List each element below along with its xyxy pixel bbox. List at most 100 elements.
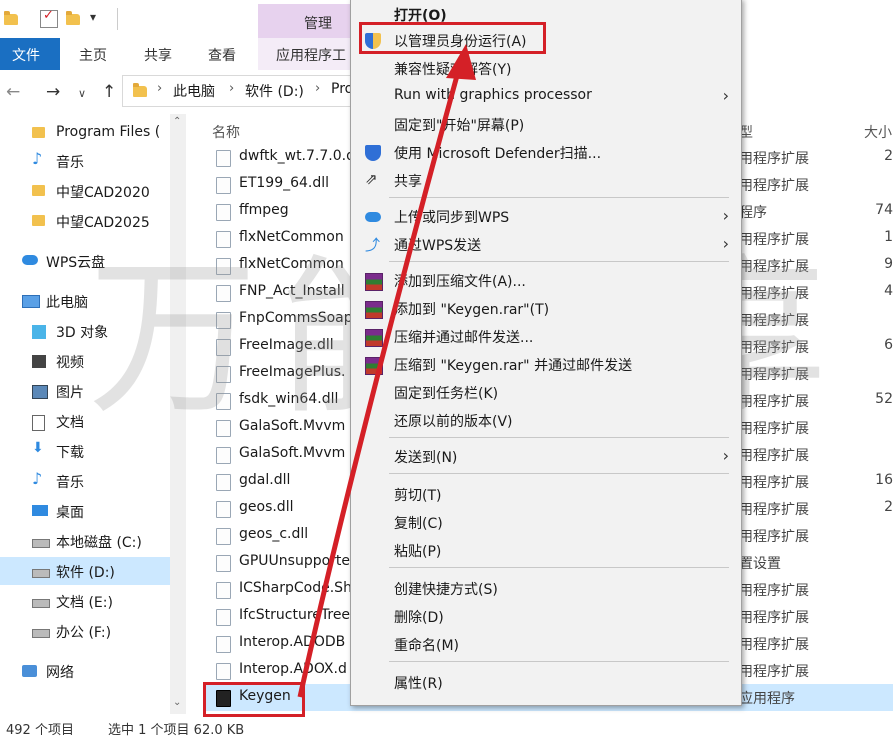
menu-item[interactable]: 剪切(T) bbox=[351, 481, 741, 509]
nav-item-label: 图片 bbox=[56, 385, 84, 401]
column-header-size[interactable]: 大小 bbox=[864, 122, 892, 142]
menu-item[interactable]: 固定到"开始"屏幕(P) bbox=[351, 111, 741, 139]
nav-item-label: 音乐 bbox=[56, 155, 84, 171]
file-type: 用程序扩展 bbox=[739, 475, 809, 491]
picture-icon bbox=[32, 385, 48, 399]
nav-item[interactable]: 本地磁盘 (C:) bbox=[0, 527, 170, 555]
back-arrow-icon[interactable]: ← bbox=[6, 82, 20, 102]
menu-item[interactable]: ⇗ 共享 bbox=[351, 167, 741, 195]
menu-item[interactable]: 添加到压缩文件(A)... bbox=[351, 267, 741, 295]
winrar-icon bbox=[365, 329, 383, 347]
menu-item[interactable]: 粘贴(P) bbox=[351, 537, 741, 565]
nav-scrollbar[interactable]: ⌃ ⌄ bbox=[170, 114, 186, 714]
nav-item[interactable]: 办公 (F:) bbox=[0, 617, 170, 645]
menu-item[interactable]: 属性(R) bbox=[351, 669, 741, 697]
menu-item[interactable]: 重命名(M) bbox=[351, 631, 741, 659]
file-type: 用程序扩展 bbox=[739, 259, 809, 275]
status-item-count: 492 个项目 bbox=[6, 723, 74, 738]
file-name: FreeImage.dll bbox=[239, 337, 334, 353]
new-folder-icon[interactable] bbox=[66, 11, 80, 25]
scroll-down-icon[interactable]: ⌄ bbox=[173, 697, 181, 708]
breadcrumb-separator: › bbox=[157, 81, 163, 96]
menu-item-label: 压缩到 "Keygen.rar" 并通过邮件发送 bbox=[394, 358, 633, 374]
menu-item-label: 使用 Microsoft Defender扫描... bbox=[394, 146, 602, 162]
file-type: 程序 bbox=[739, 205, 767, 221]
file-icon bbox=[216, 393, 231, 410]
up-arrow-icon[interactable]: ↑ bbox=[102, 82, 116, 102]
menu-item[interactable]: 使用 Microsoft Defender扫描... bbox=[351, 139, 741, 167]
tab-app-tools-label: 应用程序工 bbox=[276, 48, 346, 64]
menu-item[interactable]: 发送到(N) › bbox=[351, 443, 741, 471]
forward-arrow-icon[interactable]: → bbox=[46, 82, 60, 102]
menu-item[interactable]: ⤴ 通过WPS发送 › bbox=[351, 231, 741, 259]
tab-view[interactable]: 查看 bbox=[208, 45, 236, 65]
nav-item[interactable]: 网络 bbox=[0, 657, 170, 685]
nav-item[interactable]: 3D 对象 bbox=[0, 317, 170, 345]
nav-item[interactable]: Program Files ( bbox=[0, 119, 170, 147]
menu-item[interactable]: 固定到任务栏(K) bbox=[351, 379, 741, 407]
file-name: IfcStructureTree bbox=[239, 607, 351, 623]
nav-item[interactable]: WPS云盘 bbox=[0, 247, 170, 275]
column-header-name[interactable]: 名称 bbox=[212, 122, 240, 142]
nav-item[interactable]: 桌面 bbox=[0, 497, 170, 525]
chevron-right-icon: › bbox=[722, 234, 729, 253]
file-size: 74 bbox=[875, 202, 893, 218]
menu-item[interactable]: 压缩并通过邮件发送... bbox=[351, 323, 741, 351]
menu-item[interactable]: 压缩到 "Keygen.rar" 并通过邮件发送 bbox=[351, 351, 741, 379]
folder-icon bbox=[133, 83, 147, 97]
menu-item-label: 固定到任务栏(K) bbox=[394, 386, 499, 402]
tab-share[interactable]: 共享 bbox=[144, 45, 172, 65]
nav-item[interactable]: 软件 (D:) bbox=[0, 557, 170, 585]
nav-item[interactable]: 视频 bbox=[0, 347, 170, 375]
scroll-up-icon[interactable]: ⌃ bbox=[173, 116, 181, 127]
nav-item[interactable]: 中望CAD2025 bbox=[0, 207, 170, 235]
menu-item[interactable]: 创建快捷方式(S) bbox=[351, 575, 741, 603]
nav-item[interactable]: ♪ 音乐 bbox=[0, 147, 170, 175]
file-icon bbox=[216, 582, 231, 599]
file-type: 用程序扩展 bbox=[739, 583, 809, 599]
file-icon bbox=[216, 204, 231, 221]
file-type: 用程序扩展 bbox=[739, 313, 809, 329]
menu-item-label: 属性(R) bbox=[394, 676, 443, 692]
file-name: FreeImagePlus. bbox=[239, 364, 346, 380]
breadcrumb-drive-d[interactable]: 软件 (D:) bbox=[245, 81, 304, 101]
nav-item[interactable]: 中望CAD2020 bbox=[0, 177, 170, 205]
menu-item[interactable]: 删除(D) bbox=[351, 603, 741, 631]
menu-item-label: 共享 bbox=[394, 174, 422, 190]
tab-home[interactable]: 主页 bbox=[79, 45, 107, 65]
nav-item[interactable]: 文档 (E:) bbox=[0, 587, 170, 615]
menu-item[interactable]: 复制(C) bbox=[351, 509, 741, 537]
file-type: 用程序扩展 bbox=[739, 529, 809, 545]
menu-item-label: 重命名(M) bbox=[394, 638, 460, 654]
file-icon bbox=[216, 312, 231, 329]
folder-icon bbox=[32, 127, 45, 138]
file-size: 9 bbox=[884, 256, 893, 272]
menu-item[interactable]: 还原以前的版本(V) bbox=[351, 407, 741, 435]
nav-item[interactable]: 文档 bbox=[0, 407, 170, 435]
nav-item[interactable]: ♪ 音乐 bbox=[0, 467, 170, 495]
navigation-pane: Program Files (♪ 音乐 中望CAD2020 中望CAD2025 WPS云… bbox=[0, 114, 186, 714]
nav-item[interactable]: ⬇ 下载 bbox=[0, 437, 170, 465]
properties-check-icon[interactable]: ✓ bbox=[40, 8, 58, 28]
recent-dropdown-icon[interactable]: ∨ bbox=[78, 87, 86, 100]
address-bar[interactable]: › 此电脑 › 软件 (D:) › Pro bbox=[122, 75, 364, 107]
breadcrumb-this-pc[interactable]: 此电脑 bbox=[173, 81, 215, 101]
nav-item[interactable]: 此电脑 bbox=[0, 287, 170, 315]
folder-icon bbox=[4, 11, 18, 25]
menu-item[interactable]: 上传或同步到WPS › bbox=[351, 203, 741, 231]
breadcrumb-separator: › bbox=[315, 81, 321, 96]
drive-icon bbox=[32, 629, 50, 638]
nav-item-label: 文档 bbox=[56, 415, 84, 431]
file-type: 用程序扩展 bbox=[739, 286, 809, 302]
menu-item[interactable]: 兼容性疑难解答(Y) bbox=[351, 55, 741, 83]
nav-item[interactable]: 图片 bbox=[0, 377, 170, 405]
tab-file[interactable]: 文件 bbox=[0, 38, 60, 70]
nav-item-label: Program Files ( bbox=[56, 124, 161, 140]
file-type: 应用程序 bbox=[739, 691, 795, 707]
menu-item[interactable]: Run with graphics processor › bbox=[351, 83, 741, 111]
nav-item-label: 中望CAD2020 bbox=[56, 185, 150, 201]
chevron-right-icon: › bbox=[722, 446, 729, 465]
quick-access-dropdown-icon[interactable]: ▾ bbox=[90, 10, 96, 24]
file-icon bbox=[216, 366, 231, 383]
menu-item[interactable]: 添加到 "Keygen.rar"(T) bbox=[351, 295, 741, 323]
